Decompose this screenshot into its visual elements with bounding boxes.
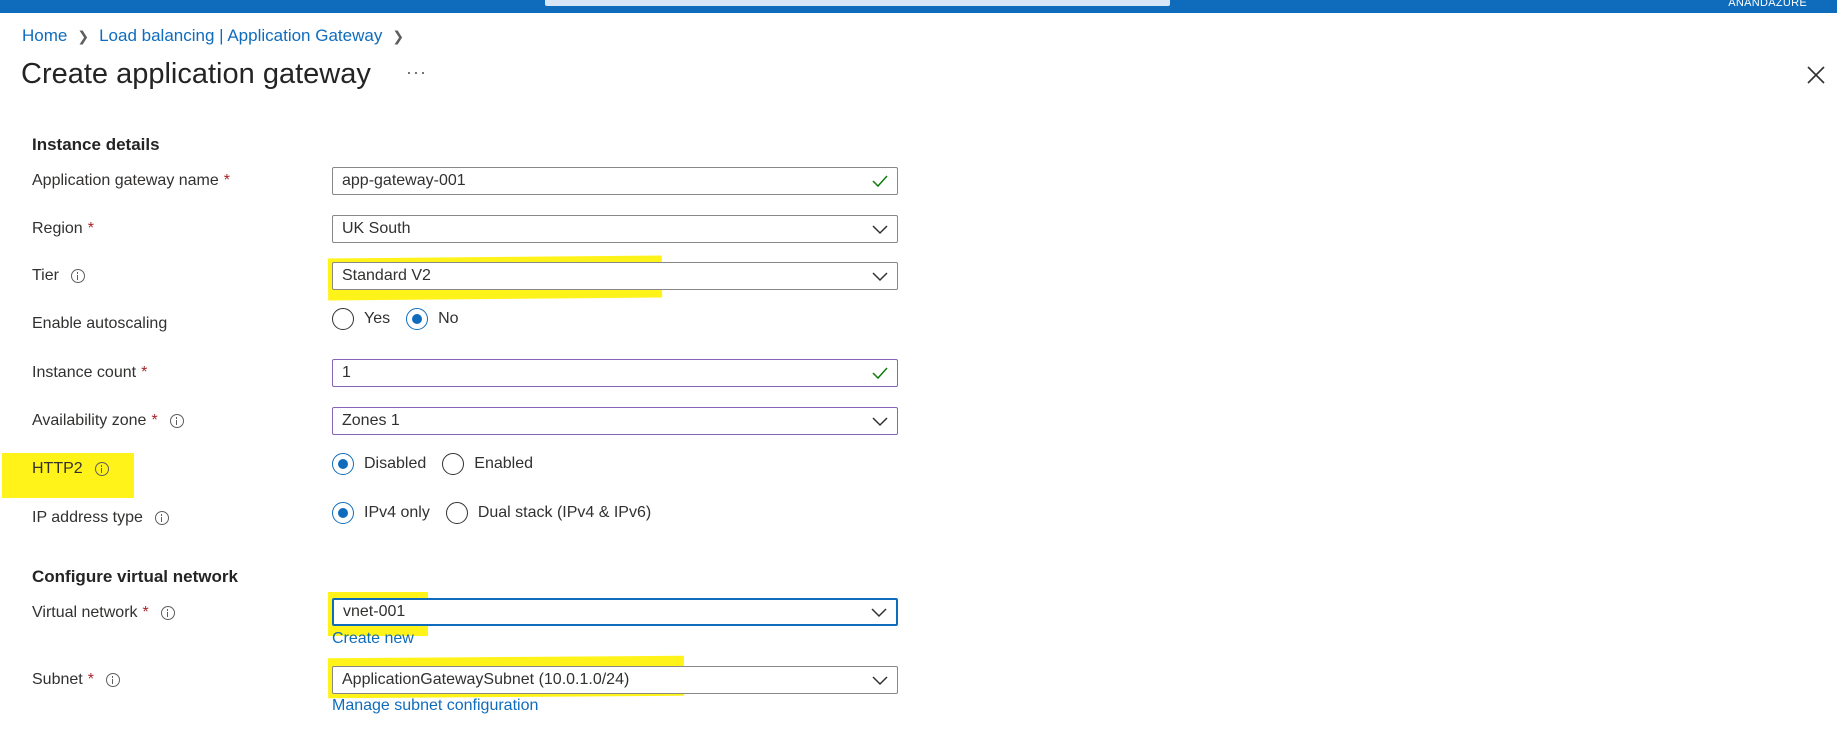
tier-dropdown[interactable]: Standard V2 (332, 262, 898, 290)
info-icon[interactable] (160, 606, 175, 620)
section-instance-details: Instance details (32, 135, 160, 154)
autoscaling-radio-group: Yes No (332, 308, 475, 330)
label-region: Region * (32, 220, 94, 238)
manage-subnet-link[interactable]: Manage subnet configuration (332, 697, 538, 715)
tier-value: Standard V2 (342, 267, 431, 284)
chevron-down-icon (872, 272, 888, 282)
section-configure-vnet: Configure virtual network (32, 567, 238, 586)
http2-disabled-radio[interactable]: Disabled (332, 453, 426, 475)
label-text: Availability zone (32, 412, 147, 429)
label-text: Application gateway name (32, 172, 219, 189)
radio-circle (332, 502, 354, 524)
instance-count-value: 1 (342, 364, 351, 381)
availability-zone-value: Zones 1 (342, 412, 400, 429)
label-subnet: Subnet * (32, 671, 120, 689)
subnet-dropdown[interactable]: ApplicationGatewaySubnet (10.0.1.0/24) (332, 666, 898, 694)
label-text: Region (32, 220, 83, 237)
autoscaling-no-radio[interactable]: No (406, 308, 459, 330)
label-autoscaling: Enable autoscaling (32, 315, 167, 333)
breadcrumb-home[interactable]: Home (22, 26, 67, 46)
breadcrumb: Home ❯ Load balancing | Application Gate… (22, 26, 414, 46)
label-tier: Tier (32, 267, 85, 285)
required-asterisk: * (223, 172, 231, 189)
radio-label: Enabled (474, 455, 533, 472)
more-options-button[interactable]: ··· (406, 62, 427, 83)
gateway-name-value: app-gateway-001 (342, 172, 466, 189)
http2-radio-group: Disabled Enabled (332, 453, 549, 475)
required-asterisk: * (151, 412, 158, 429)
top-bar: ANANDAZURE (0, 0, 1837, 13)
close-icon[interactable] (1805, 64, 1827, 86)
radio-label: Yes (364, 310, 391, 327)
label-text: Instance count (32, 364, 137, 381)
required-asterisk: * (87, 671, 94, 688)
label-text: HTTP2 (32, 460, 83, 477)
availability-zone-dropdown[interactable]: Zones 1 (332, 407, 898, 435)
virtual-network-dropdown[interactable]: vnet-001 (332, 598, 898, 626)
radio-circle (406, 308, 429, 330)
radio-label: No (438, 310, 459, 327)
radio-circle (332, 308, 354, 330)
chevron-right-icon: ❯ (77, 27, 90, 44)
label-virtual-network: Virtual network * (32, 604, 175, 622)
user-account-name[interactable]: ANANDAZURE (1728, 0, 1807, 9)
http2-enabled-radio[interactable]: Enabled (442, 453, 533, 475)
breadcrumb-load-balancing[interactable]: Load balancing | Application Gateway (99, 26, 382, 46)
required-asterisk: * (141, 364, 148, 381)
page-title: Create application gateway (21, 58, 371, 90)
label-text: Tier (32, 267, 59, 284)
chevron-down-icon (872, 225, 888, 235)
chevron-down-icon (871, 608, 887, 618)
dual-stack-radio[interactable]: Dual stack (IPv4 & IPv6) (445, 502, 652, 524)
region-value: UK South (342, 220, 411, 237)
label-gateway-name: Application gateway name * (32, 172, 230, 190)
label-text: Virtual network (32, 604, 138, 621)
info-icon[interactable] (94, 462, 109, 476)
ipv4-only-radio[interactable]: IPv4 only (332, 502, 430, 524)
label-http2: HTTP2 (32, 460, 109, 478)
label-text: IP address type (32, 509, 143, 526)
radio-label: Dual stack (IPv4 & IPv6) (477, 504, 652, 521)
checkmark-icon (872, 367, 888, 380)
subnet-value: ApplicationGatewaySubnet (10.0.1.0/24) (342, 671, 630, 688)
label-instance-count: Instance count * (32, 364, 147, 382)
radio-label: Disabled (364, 455, 427, 472)
info-icon[interactable] (70, 269, 85, 283)
chevron-down-icon (872, 676, 888, 686)
radio-circle (332, 453, 354, 475)
radio-circle (445, 502, 468, 524)
ip-type-radio-group: IPv4 only Dual stack (IPv4 & IPv6) (332, 502, 667, 524)
gateway-name-input[interactable]: app-gateway-001 (332, 167, 898, 195)
global-search-box[interactable] (545, 0, 1170, 6)
virtual-network-value: vnet-001 (343, 603, 406, 620)
info-icon[interactable] (105, 673, 120, 687)
radio-label: IPv4 only (364, 504, 430, 521)
label-text: Enable autoscaling (32, 315, 168, 332)
label-availability-zone: Availability zone * (32, 412, 184, 430)
radio-circle (442, 453, 465, 475)
info-icon[interactable] (154, 511, 169, 525)
instance-count-input[interactable]: 1 (332, 359, 898, 387)
create-new-vnet-link[interactable]: Create new (332, 630, 414, 648)
required-asterisk: * (87, 220, 94, 237)
chevron-down-icon (872, 417, 888, 427)
label-ip-address-type: IP address type (32, 509, 169, 527)
chevron-right-icon: ❯ (392, 27, 405, 44)
checkmark-icon (872, 175, 888, 188)
autoscaling-yes-radio[interactable]: Yes (332, 308, 390, 330)
required-asterisk: * (142, 604, 149, 621)
label-text: Subnet (32, 671, 83, 688)
region-dropdown[interactable]: UK South (332, 215, 898, 243)
info-icon[interactable] (169, 414, 184, 428)
